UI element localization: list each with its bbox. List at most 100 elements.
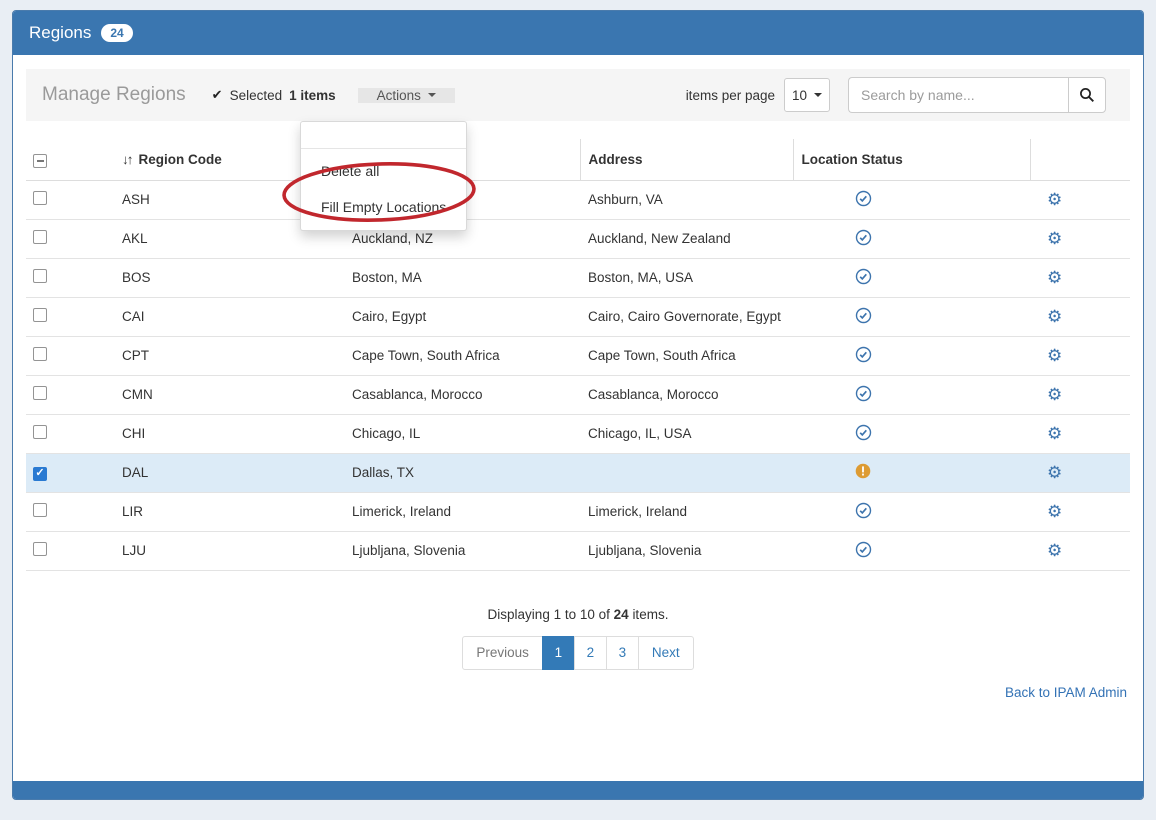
region-address-cell: Cairo, Cairo Governorate, Egypt [580,297,793,336]
table-row: LJU Ljubljana, Slovenia Ljubljana, Slove… [26,531,1130,570]
status-ok-icon [855,502,872,519]
region-address-cell: Ashburn, VA [580,180,793,219]
row-checkbox[interactable] [33,425,47,439]
row-checkbox[interactable] [33,308,47,322]
table-row: CAI Cairo, Egypt Cairo, Cairo Governorat… [26,297,1130,336]
items-per-page-label: items per page [686,88,775,103]
gear-icon[interactable]: ⚙ [1047,230,1062,247]
region-address-cell: Limerick, Ireland [580,492,793,531]
gear-icon[interactable]: ⚙ [1047,386,1062,403]
items-per-page-group: items per page 10 [686,78,830,112]
row-checkbox[interactable] [33,503,47,517]
region-address-cell: Chicago, IL, USA [580,414,793,453]
selected-label: Selected [230,88,283,103]
display-summary: Displaying 1 to 10 of 24 items. [26,607,1130,622]
gear-icon[interactable]: ⚙ [1047,542,1062,559]
page-button-3[interactable]: 3 [606,636,639,670]
table-row: BOS Boston, MA Boston, MA, USA ⚙ [26,258,1130,297]
row-checkbox[interactable] [33,386,47,400]
gear-icon[interactable]: ⚙ [1047,425,1062,442]
summary-total: 24 [614,607,629,622]
gear-icon[interactable]: ⚙ [1047,269,1062,286]
region-address-cell: Boston, MA, USA [580,258,793,297]
region-name-cell: Chicago, IL [352,414,580,453]
search-input[interactable] [848,77,1068,113]
pagination-area: Displaying 1 to 10 of 24 items. Previous… [26,607,1130,670]
region-name-cell: Boston, MA [352,258,580,297]
search-button[interactable] [1068,77,1106,113]
column-header-actions [1030,139,1130,180]
page-button-1[interactable]: 1 [542,636,575,670]
region-name-cell: Casablanca, Morocco [352,375,580,414]
select-all-checkbox[interactable] [33,154,47,168]
actions-dropdown-button[interactable]: Actions [358,88,455,103]
menu-item-delete-all[interactable]: Delete all [301,153,466,189]
menu-divider [301,148,466,149]
table-row: AKL Auckland, NZ Auckland, New Zealand ⚙ [26,219,1130,258]
regions-table: ↓↑ Region Code Address Location Status AS… [26,139,1130,571]
region-code-cell: LJU [122,531,352,570]
items-per-page-select[interactable]: 10 [784,78,830,112]
menu-item-empty[interactable] [301,127,466,144]
selected-items-info: ✔ Selected 1 items [212,87,336,103]
status-ok-icon [855,385,872,402]
row-checkbox[interactable] [33,347,47,361]
region-name-cell: Ljubljana, Slovenia [352,531,580,570]
table-header-row: ↓↑ Region Code Address Location Status [26,139,1130,180]
status-ok-icon [855,307,872,324]
row-checkbox[interactable] [33,191,47,205]
sort-icon: ↓↑ [122,152,132,167]
actions-dropdown-menu: Delete all Fill Empty Locations [300,121,467,231]
previous-page-button[interactable]: Previous [462,636,543,670]
region-code-cell: BOS [122,258,352,297]
column-header-address: Address [580,139,793,180]
menu-item-fill-empty-locations[interactable]: Fill Empty Locations [301,189,466,225]
region-code-cell: CAI [122,297,352,336]
table-body: ASH Ashburn, VA ⚙ AKL Auckland, NZ Auckl… [26,180,1130,570]
table-row: CPT Cape Town, South Africa Cape Town, S… [26,336,1130,375]
search-icon [1079,87,1095,103]
search-group [848,77,1106,113]
region-code-header-label: Region Code [139,152,222,167]
row-checkbox[interactable] [33,542,47,556]
manage-regions-heading: Manage Regions [42,84,186,106]
status-ok-icon [855,190,872,207]
row-checkbox[interactable] [33,467,47,481]
page-number-buttons: 123 [543,636,639,670]
check-icon: ✔ [212,87,223,103]
panel-body: Manage Regions ✔ Selected 1 items Action… [13,55,1143,714]
status-ok-icon [855,541,872,558]
region-address-cell [580,453,793,492]
gear-icon[interactable]: ⚙ [1047,191,1062,208]
gear-icon[interactable]: ⚙ [1047,308,1062,325]
status-ok-icon [855,424,872,441]
row-checkbox[interactable] [33,230,47,244]
panel-footer [13,781,1143,799]
region-name-cell: Cape Town, South Africa [352,336,580,375]
gear-icon[interactable]: ⚙ [1047,464,1062,481]
summary-suffix: items. [632,607,668,622]
back-to-ipam-admin-link[interactable]: Back to IPAM Admin [1005,685,1127,700]
gear-icon[interactable]: ⚙ [1047,347,1062,364]
status-warning-icon [855,463,871,480]
row-checkbox[interactable] [33,269,47,283]
toolbar-right: items per page 10 [686,69,1130,121]
region-code-cell: CPT [122,336,352,375]
table-row: CHI Chicago, IL Chicago, IL, USA ⚙ [26,414,1130,453]
summary-prefix: Displaying 1 to 10 of [488,607,610,622]
next-page-button[interactable]: Next [638,636,694,670]
chevron-down-icon [428,93,436,97]
table-row: DAL Dallas, TX ⚙ [26,453,1130,492]
region-name-cell: Dallas, TX [352,453,580,492]
chevron-down-icon [814,93,822,97]
page-button-2[interactable]: 2 [574,636,607,670]
status-ok-icon [855,346,872,363]
region-code-cell: DAL [122,453,352,492]
gear-icon[interactable]: ⚙ [1047,503,1062,520]
region-name-cell: Cairo, Egypt [352,297,580,336]
region-code-cell: CMN [122,375,352,414]
region-address-cell: Ljubljana, Slovenia [580,531,793,570]
items-per-page-value: 10 [792,88,807,103]
table-row: LIR Limerick, Ireland Limerick, Ireland … [26,492,1130,531]
column-header-location-status: Location Status [793,139,1030,180]
